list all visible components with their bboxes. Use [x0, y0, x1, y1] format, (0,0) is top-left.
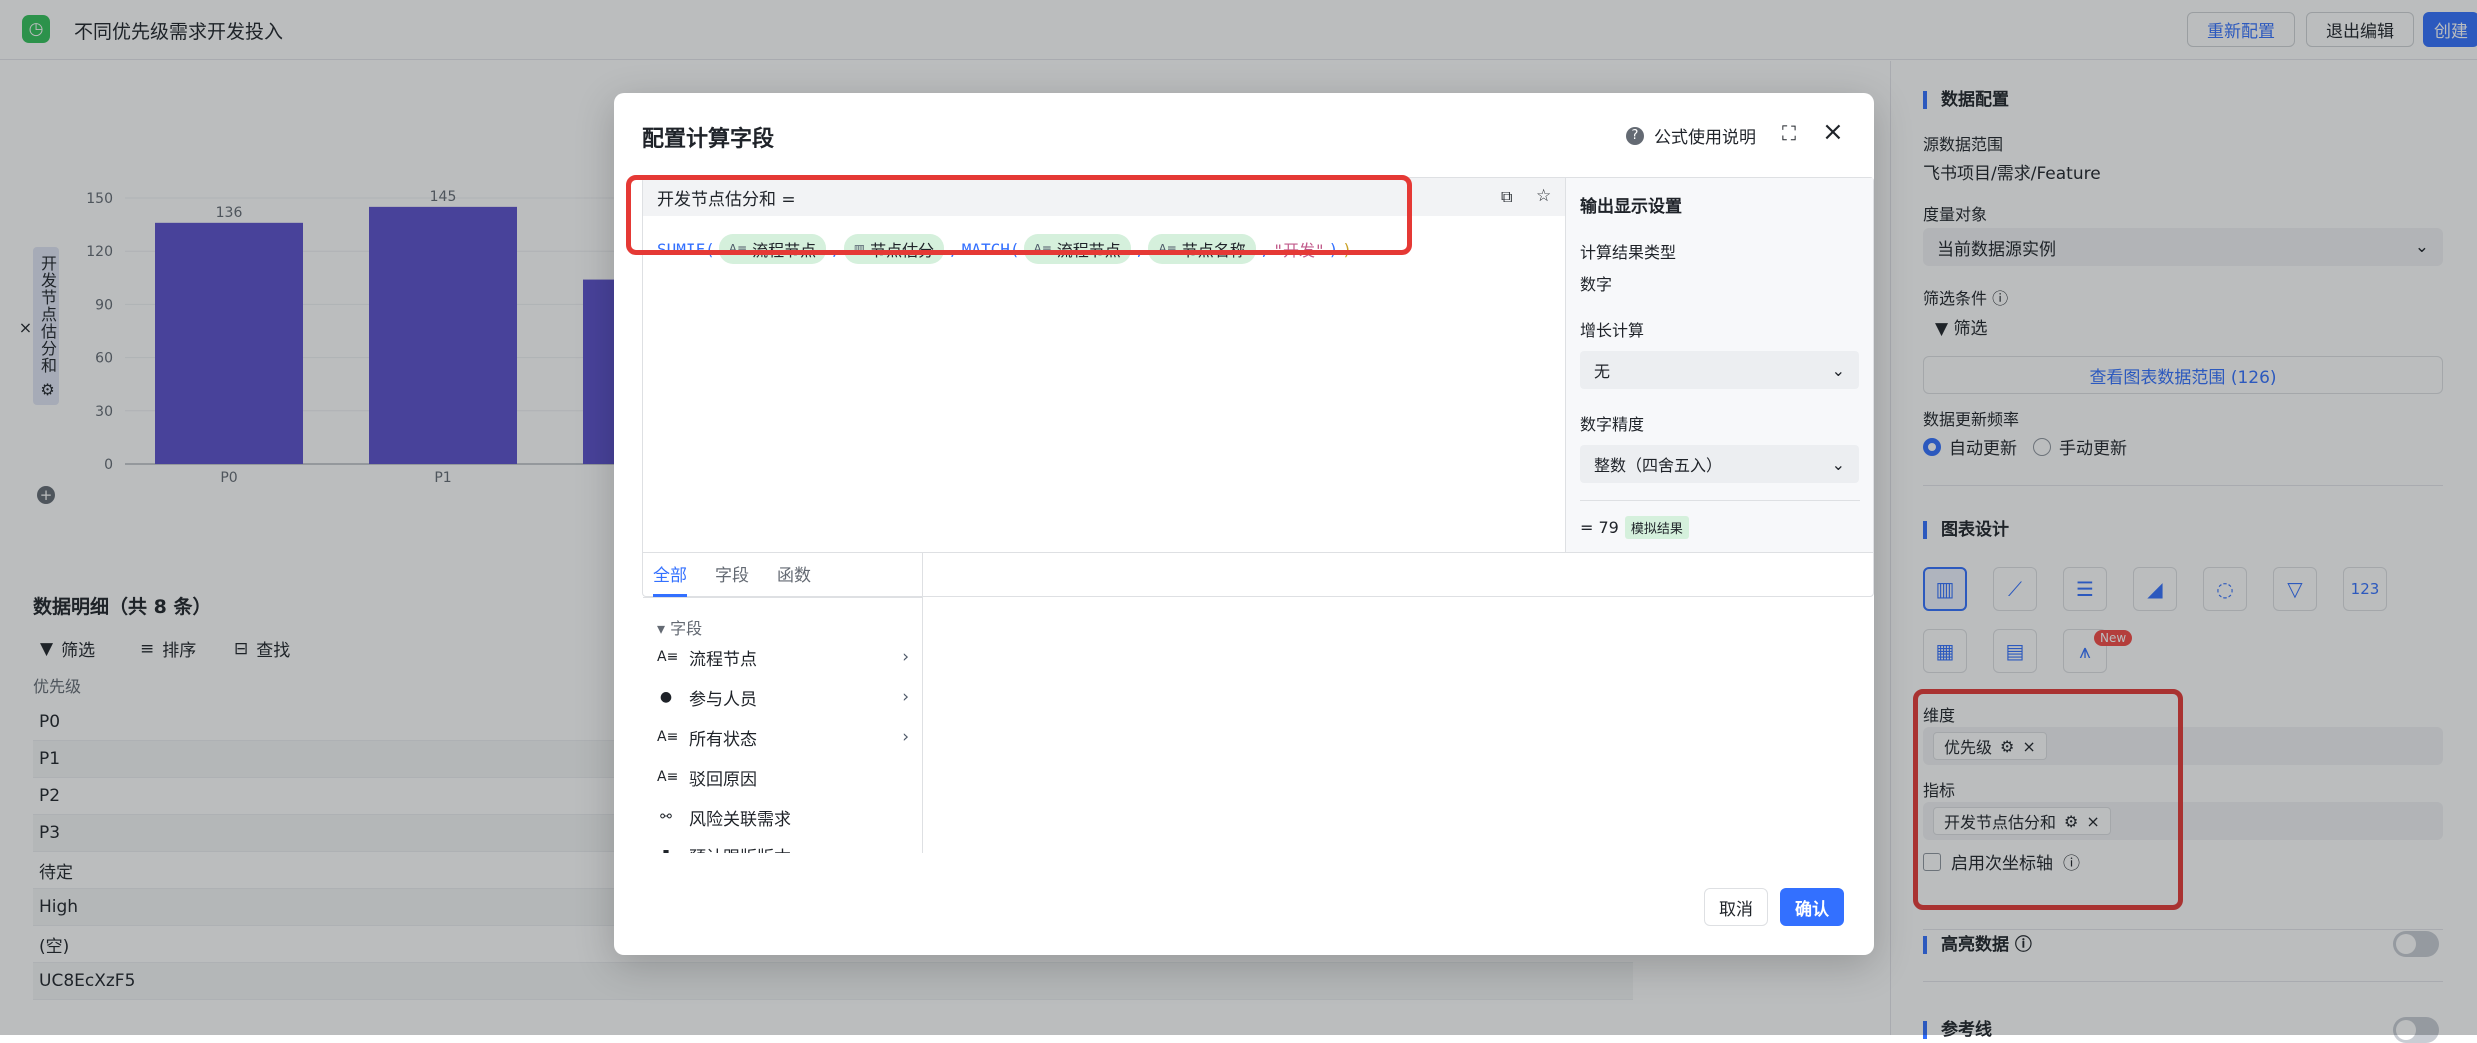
divider: [643, 597, 922, 598]
field-item: ▮预计跟版版本: [657, 837, 909, 853]
output-settings-panel: 输出显示设置 计算结果类型 数字 增长计算 无 ⌄ 数字精度 整数（四舍五入） ⌄ …: [1565, 178, 1873, 552]
text-field-icon: A≡: [657, 769, 679, 785]
field-item[interactable]: ● 参与人员 ›: [657, 679, 909, 715]
highlight-box: [626, 175, 1412, 255]
simulated-result: = 79 模拟结果: [1580, 516, 1689, 539]
chevron-right-icon: ›: [902, 727, 909, 747]
confirm-button[interactable]: 确认: [1780, 888, 1844, 926]
precision-label: 数字精度: [1580, 415, 1645, 434]
field-function-area: 全部 字段 函数 ▾ 字段 A≡ 流程节点 › ● 参与人员 › A≡ 所有状态 › A≡ 驳…: [643, 552, 1873, 853]
formula-help-link[interactable]: ? 公式使用说明: [1626, 123, 1756, 148]
copy-icon[interactable]: ⧉: [1501, 187, 1512, 207]
close-icon[interactable]: ×: [1822, 117, 1844, 147]
text-field-icon: A≡: [657, 649, 679, 665]
simulated-tag: 模拟结果: [1624, 516, 1689, 539]
field-item[interactable]: A≡ 所有状态 ›: [657, 719, 909, 755]
output-settings-title: 输出显示设置: [1580, 197, 1682, 217]
chevron-right-icon: ›: [902, 647, 909, 667]
person-icon: ●: [659, 689, 673, 705]
result-type-label: 计算结果类型: [1580, 243, 1677, 262]
help-icon: ?: [1626, 126, 1644, 145]
field-item[interactable]: ⚯ 风险关联需求: [657, 799, 909, 835]
chevron-right-icon: ›: [902, 687, 909, 707]
growth-label: 增长计算: [1580, 321, 1645, 340]
tab-all[interactable]: 全部: [653, 561, 687, 597]
cancel-button[interactable]: 取消: [1704, 888, 1768, 926]
expand-icon[interactable]: ⛶: [1782, 121, 1796, 145]
field-item[interactable]: A≡ 驳回原因: [657, 759, 909, 795]
field-tabs: 全部 字段 函数: [653, 561, 811, 597]
dialog-title: 配置计算字段: [642, 127, 775, 152]
text-field-icon: A≡: [657, 729, 679, 745]
field-item-clipped[interactable]: ▮预计跟版版本: [643, 837, 922, 853]
field-group-header[interactable]: ▾ 字段: [657, 615, 702, 639]
chevron-down-icon: ⌄: [1831, 454, 1845, 474]
result-type-value: 数字: [1580, 275, 1613, 294]
chevron-down-icon: ⌄: [1831, 360, 1845, 380]
precision-select[interactable]: 整数（四舍五入） ⌄: [1580, 445, 1859, 483]
tab-functions[interactable]: 函数: [777, 561, 811, 597]
link-icon: ⚯: [660, 809, 672, 825]
field-item[interactable]: A≡ 流程节点 ›: [657, 639, 909, 675]
version-icon: ▮: [657, 847, 675, 853]
growth-select[interactable]: 无 ⌄: [1580, 351, 1859, 389]
tab-fields[interactable]: 字段: [715, 561, 749, 597]
star-icon[interactable]: ☆: [1536, 186, 1551, 206]
divider: [1580, 500, 1860, 501]
field-list: 全部 字段 函数 ▾ 字段 A≡ 流程节点 › ● 参与人员 › A≡ 所有状态 › A≡ 驳…: [643, 553, 923, 853]
calc-field-dialog: 配置计算字段 ? 公式使用说明 ⛶ × 开发节点估分和 = ⧉ ☆ SUMIF( …: [614, 93, 1874, 955]
